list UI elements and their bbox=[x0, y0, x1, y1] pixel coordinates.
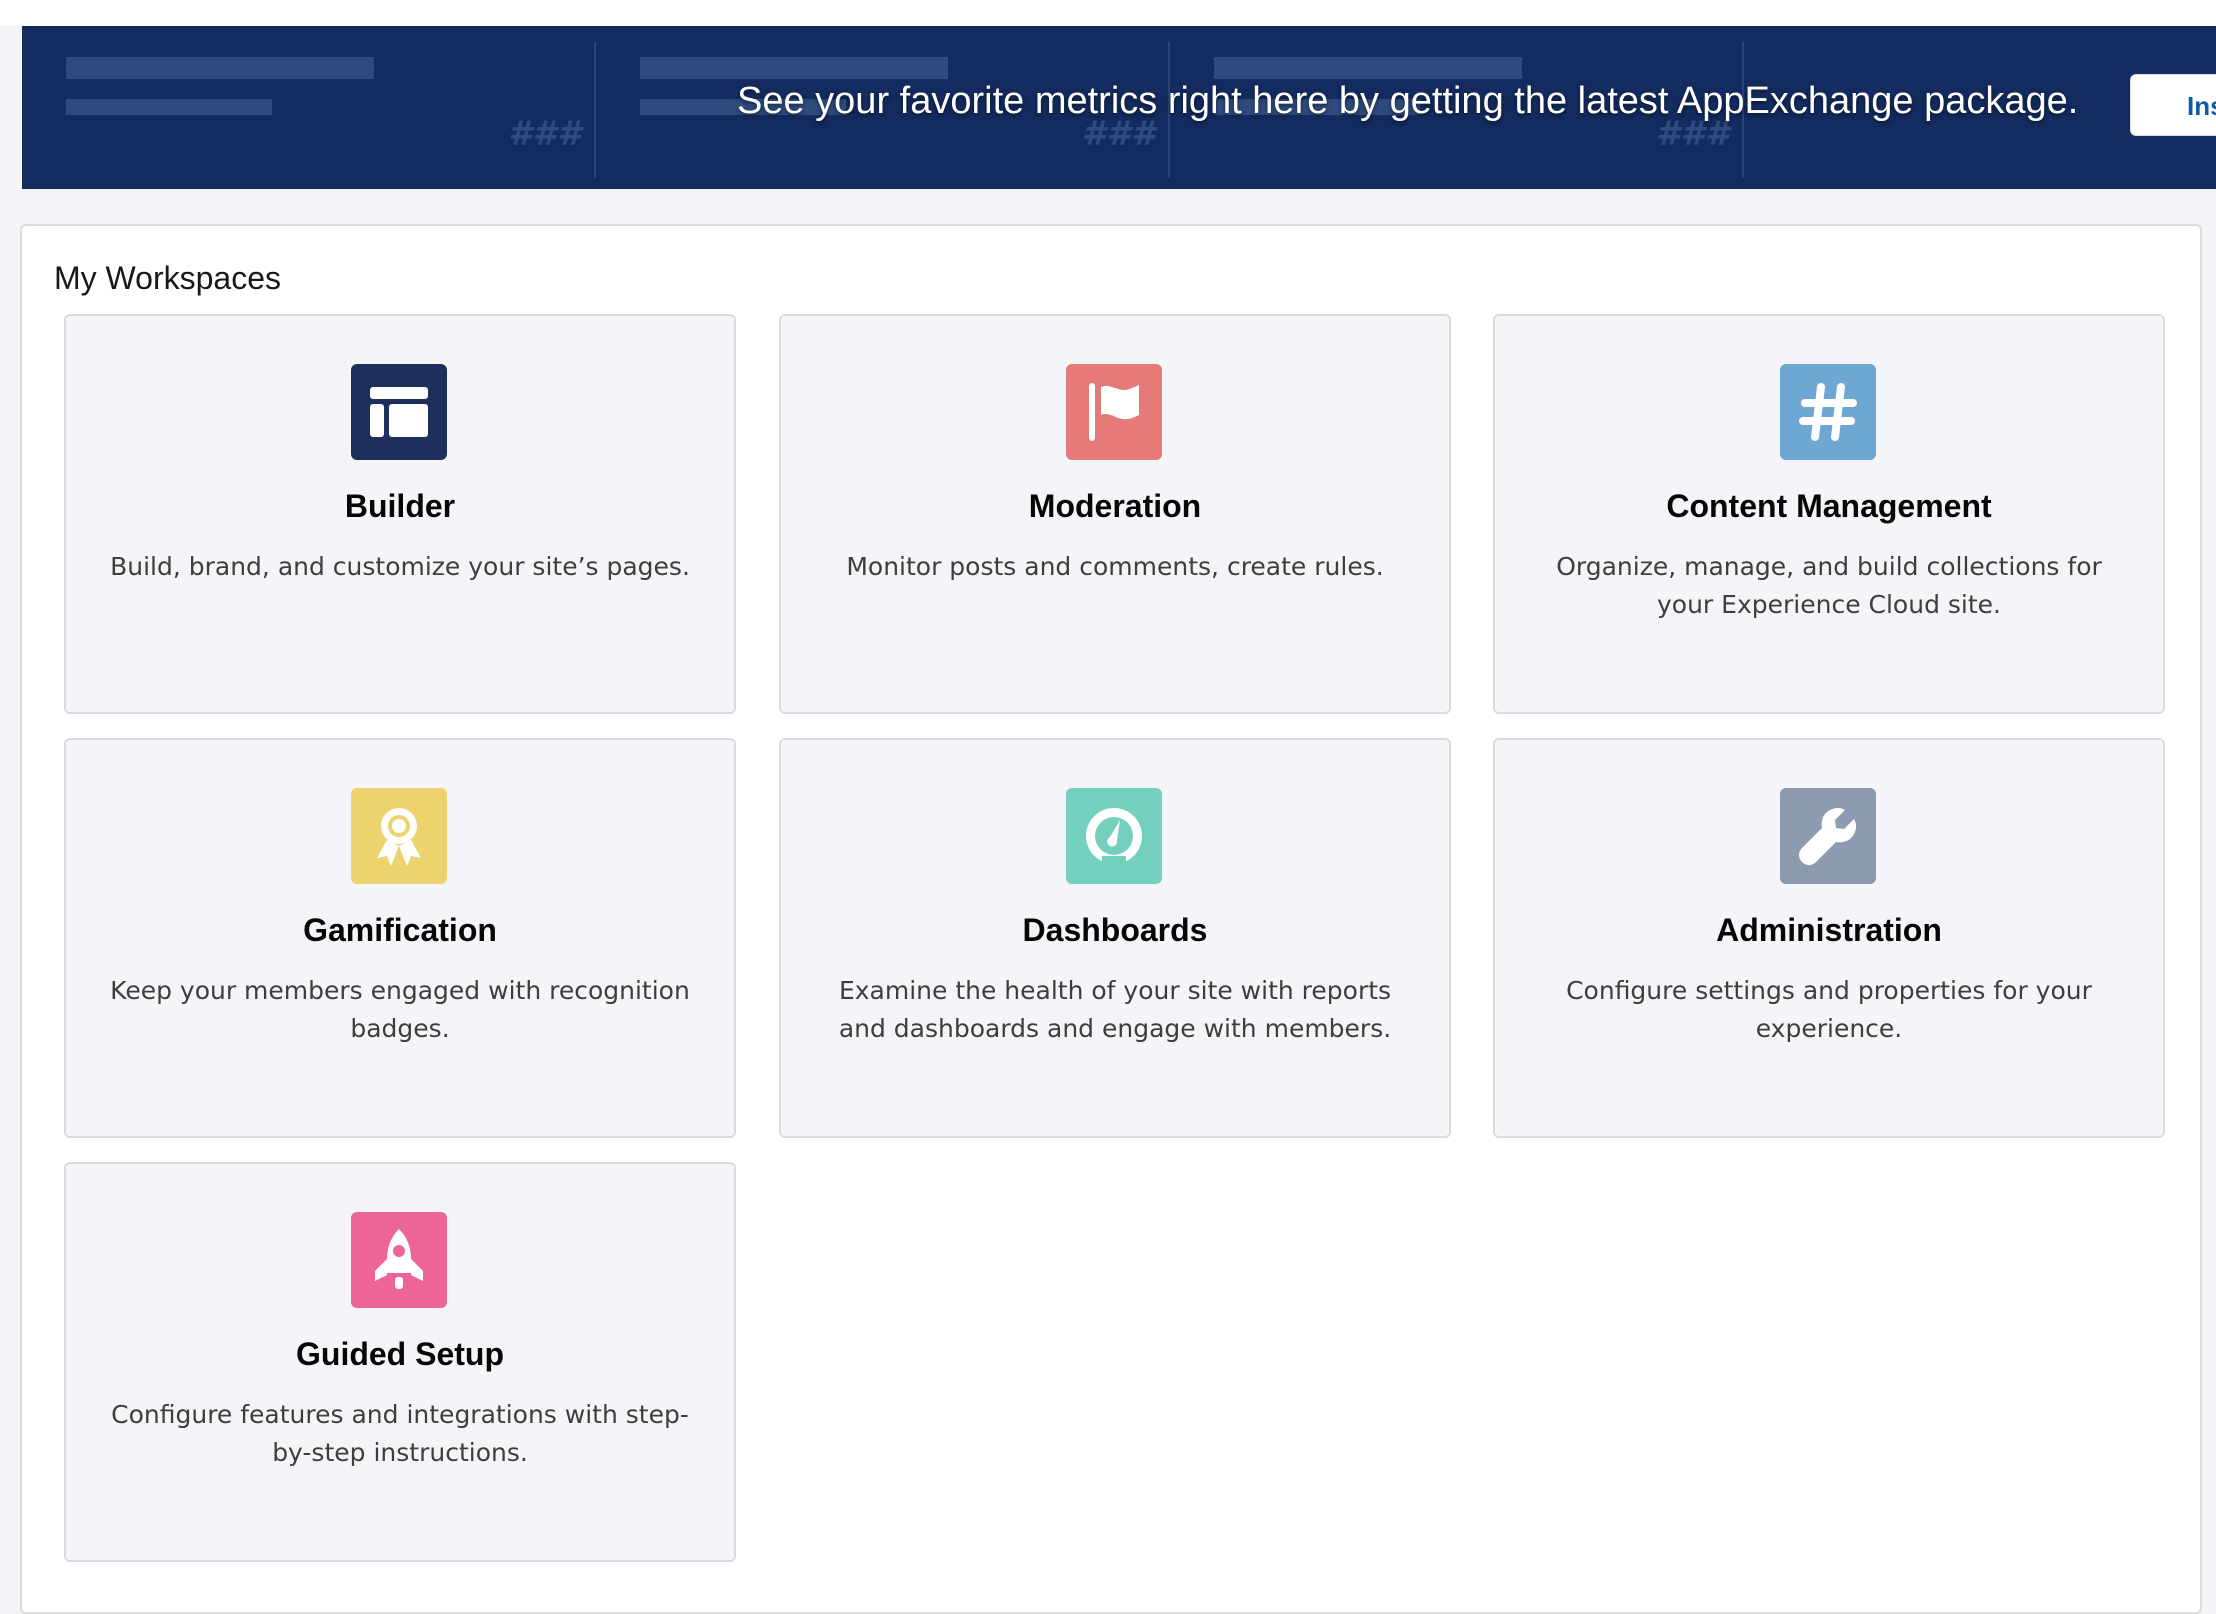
metric-label-placeholder bbox=[1214, 57, 1522, 79]
workspace-title: Builder bbox=[344, 488, 456, 524]
gauge-icon bbox=[1066, 788, 1162, 884]
workspace-card-gamification[interactable]: Gamification Keep your members engaged w… bbox=[64, 738, 736, 1138]
flag-icon bbox=[1066, 364, 1162, 460]
workspace-card-dashboards[interactable]: Dashboards Examine the health of your si… bbox=[779, 738, 1451, 1138]
workspace-description: Configure features and integrations with… bbox=[111, 1400, 689, 1467]
panel-title: My Workspaces bbox=[54, 260, 282, 296]
metric-label-placeholder bbox=[640, 57, 948, 79]
workspace-title: Moderation bbox=[1028, 488, 1202, 524]
top-strip bbox=[0, 0, 2216, 26]
workspace-description: Keep your members engaged with recogniti… bbox=[110, 976, 690, 1043]
metric-sublabel-placeholder bbox=[66, 99, 272, 115]
workspace-title: Administration bbox=[1716, 912, 1942, 948]
metric-label-placeholder bbox=[66, 57, 374, 79]
workspace-card-builder[interactable]: Builder Build, brand, and customize your… bbox=[64, 314, 736, 714]
workspace-card-guided-setup[interactable]: Guided Setup Configure features and inte… bbox=[64, 1162, 736, 1562]
badge-icon bbox=[351, 788, 447, 884]
install-button[interactable]: Install bbox=[2130, 74, 2216, 136]
workspace-title: Content Management bbox=[1666, 488, 1992, 524]
workspace-description: Configure settings and properties for yo… bbox=[1566, 976, 2092, 1043]
workspace-description: Build, brand, and customize your site’s … bbox=[110, 552, 690, 581]
workspace-title: Dashboards bbox=[1022, 912, 1208, 948]
hashtag-icon bbox=[1780, 364, 1876, 460]
metric-value-placeholder: ### bbox=[508, 114, 582, 154]
rocket-icon bbox=[351, 1212, 447, 1308]
banner-message: See your favorite metrics right here by … bbox=[737, 80, 2079, 122]
workspace-card-content-management[interactable]: Content Management Organize, manage, and… bbox=[1493, 314, 2165, 714]
workspaces-panel: My Workspaces Builder Build, brand, and … bbox=[20, 224, 2202, 1614]
metrics-banner: ### ### ### See your favorite metrics ri… bbox=[22, 26, 2216, 189]
workspace-title: Guided Setup bbox=[296, 1336, 504, 1372]
metric-placeholder: ### bbox=[22, 26, 596, 189]
wrench-icon bbox=[1780, 788, 1876, 884]
workspace-card-administration[interactable]: Administration Configure settings and pr… bbox=[1493, 738, 2165, 1138]
layout-icon bbox=[351, 364, 447, 460]
workspace-card-moderation[interactable]: Moderation Monitor posts and comments, c… bbox=[779, 314, 1451, 714]
workspace-title: Gamification bbox=[303, 912, 497, 948]
workspace-description: Organize, manage, and build collections … bbox=[1556, 552, 2102, 619]
workspace-description: Examine the health of your site with rep… bbox=[838, 976, 1392, 1043]
workspace-description: Monitor posts and comments, create rules… bbox=[846, 552, 1384, 581]
